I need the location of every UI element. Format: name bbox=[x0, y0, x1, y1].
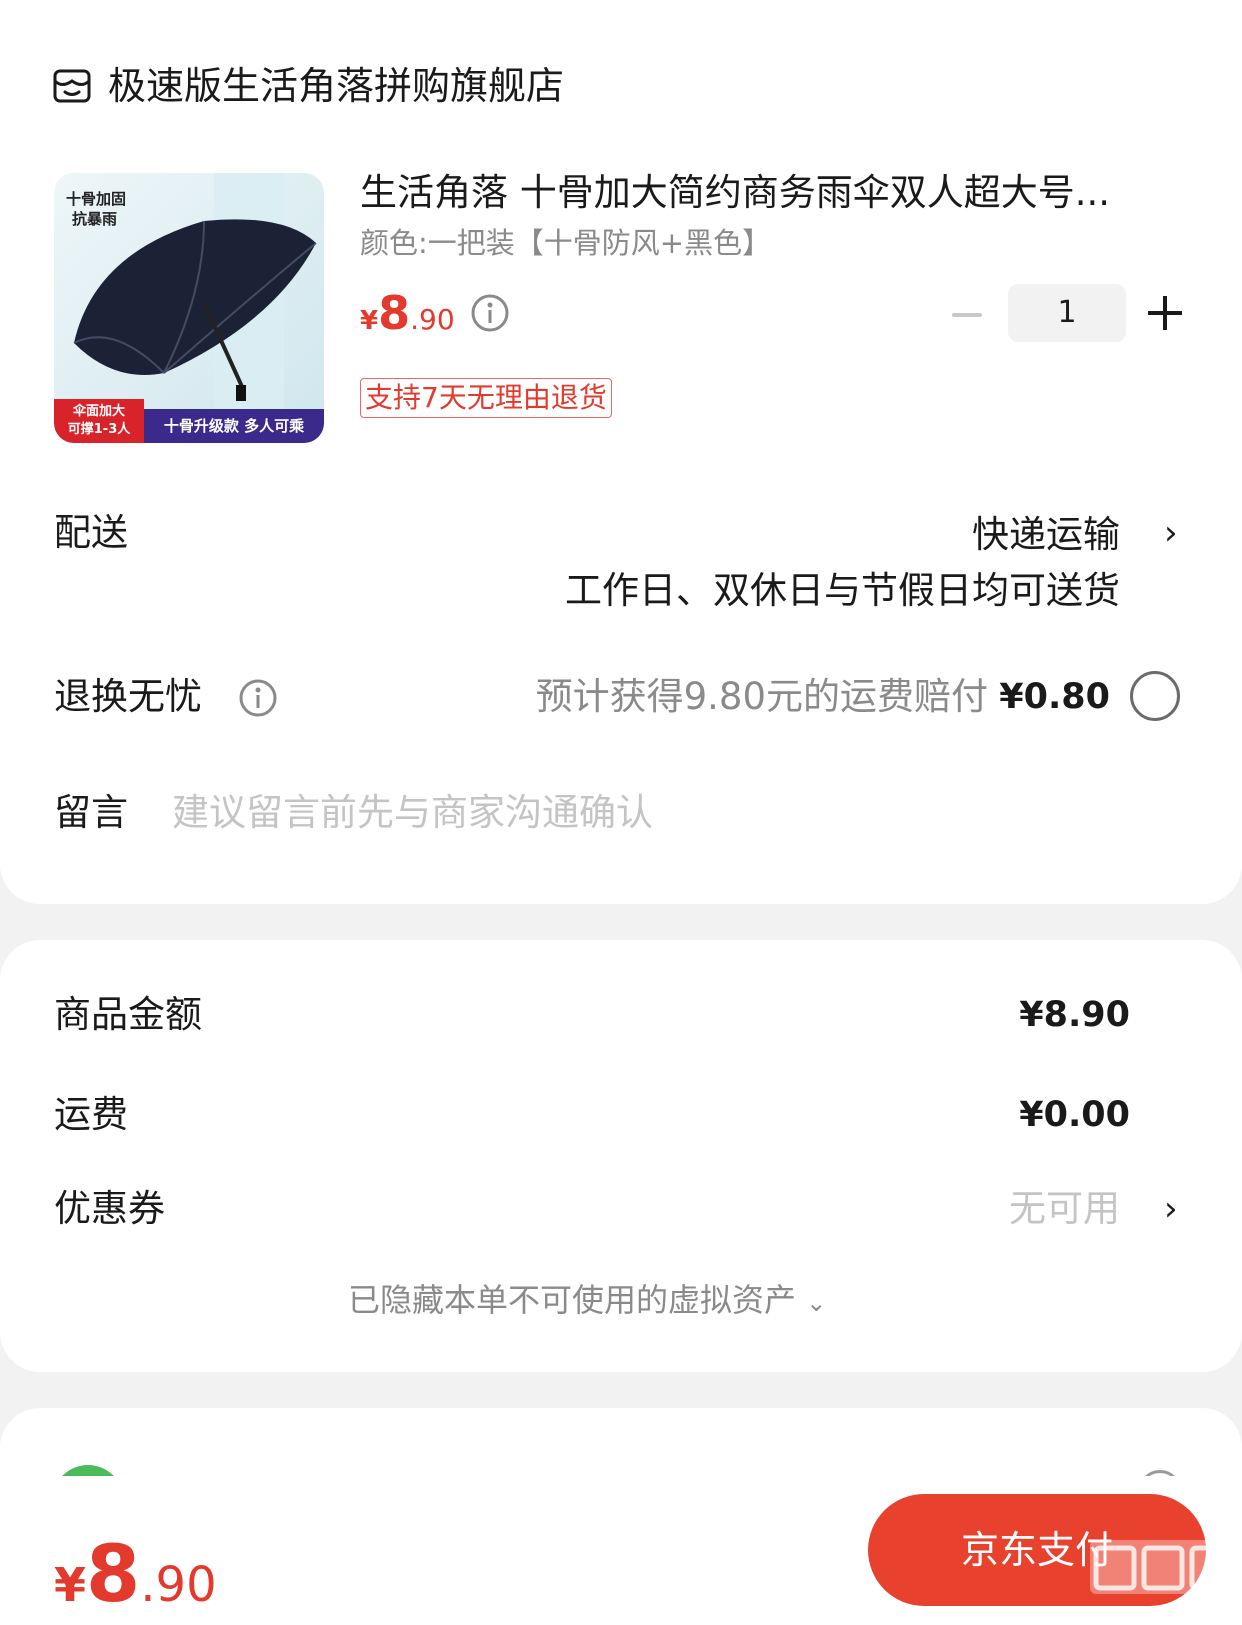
shipping-value: ¥0.00 bbox=[1019, 1095, 1130, 1135]
chevron-down-icon: ⌄ bbox=[806, 1289, 827, 1317]
shipping-label: 运费 bbox=[54, 1093, 128, 1136]
coupon-chevron-icon[interactable]: › bbox=[1164, 1184, 1178, 1234]
coupon-value[interactable]: 无可用 bbox=[1009, 1184, 1120, 1234]
product-image[interactable]: 十骨加固 抗暴雨 伞面加大 可撑1-3人 十骨升级款 多人可乘 bbox=[54, 173, 324, 443]
quantity-decrease-button[interactable] bbox=[952, 313, 982, 317]
site-watermark-logo bbox=[1090, 1540, 1240, 1594]
hidden-assets-toggle[interactable]: 已隐藏本单不可使用的虚拟资产 ⌄ bbox=[348, 1278, 826, 1325]
delivery-label: 配送 bbox=[54, 511, 128, 554]
return-insurance-radio[interactable] bbox=[1130, 671, 1180, 721]
goods-amount-value: ¥8.90 bbox=[1019, 995, 1130, 1035]
return-insurance-price: ¥0.80 bbox=[999, 677, 1110, 717]
quantity-input[interactable]: 1 bbox=[1008, 284, 1126, 342]
product-spec[interactable]: 颜色:一把装【十骨防风+黑色】 bbox=[360, 222, 771, 264]
quantity-increase-button[interactable] bbox=[1148, 296, 1182, 330]
image-badge-size: 伞面加大 可撑1-3人 bbox=[54, 399, 144, 443]
return-insurance-info-icon[interactable] bbox=[238, 678, 278, 718]
store-icon bbox=[53, 69, 91, 103]
delivery-method[interactable]: 快递运输 bbox=[972, 510, 1120, 560]
goods-amount-label: 商品金额 bbox=[54, 993, 202, 1036]
message-input[interactable]: 建议留言前先与商家沟通确认 bbox=[172, 788, 653, 838]
delivery-note: 工作日、双休日与节假日均可送货 bbox=[565, 569, 1120, 612]
delivery-chevron-icon[interactable]: › bbox=[1164, 508, 1178, 558]
product-title[interactable]: 生活角落 十骨加大简约商务雨伞双人超大号... bbox=[360, 168, 1170, 218]
return-policy-tag: 支持7天无理由退货 bbox=[360, 378, 612, 418]
return-insurance-desc: 预计获得9.80元的运费赔付 bbox=[535, 675, 988, 718]
image-badge-upgrade: 十骨升级款 多人可乘 bbox=[144, 409, 324, 443]
return-insurance-label: 退换无忧 bbox=[54, 675, 202, 718]
message-label: 留言 bbox=[54, 791, 128, 834]
total-price: ¥8.90 bbox=[54, 1530, 217, 1620]
price-info-icon[interactable] bbox=[470, 293, 510, 333]
image-tag: 十骨加固 抗暴雨 bbox=[66, 190, 127, 228]
store-name[interactable]: 极速版生活角落拼购旗舰店 bbox=[108, 60, 564, 112]
product-price: ¥8.90 bbox=[360, 286, 455, 340]
coupon-label: 优惠券 bbox=[54, 1187, 165, 1230]
order-item-card bbox=[0, 0, 1242, 904]
